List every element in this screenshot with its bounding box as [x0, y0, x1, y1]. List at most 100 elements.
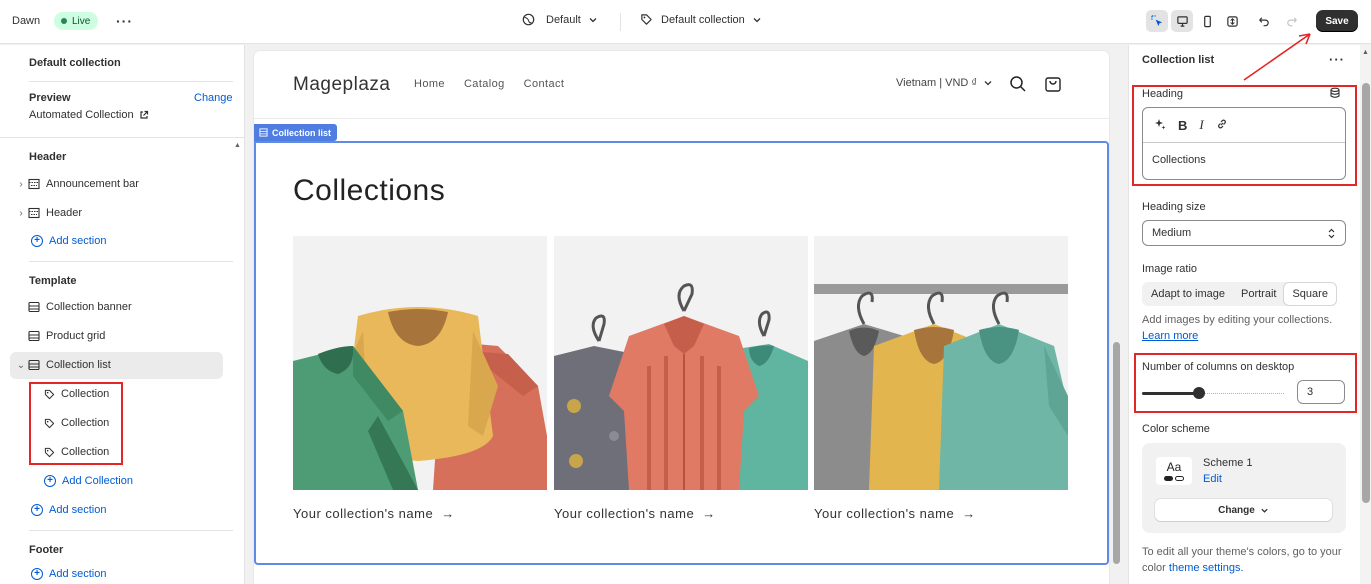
section-icon — [28, 301, 46, 313]
inspector-button[interactable] — [1146, 10, 1168, 32]
template-add-section-button[interactable]: + Add section — [31, 504, 106, 516]
view-toolbar — [1146, 10, 1243, 32]
collection-card-title[interactable]: Your collection's name → — [293, 506, 455, 521]
template-group-label: Template — [29, 275, 77, 287]
tag-icon — [641, 14, 652, 25]
theme-name: Dawn — [12, 15, 41, 27]
plus-circle-icon: + — [31, 504, 43, 516]
section-header[interactable]: › Header — [14, 203, 82, 223]
collection-card-image[interactable] — [554, 236, 808, 490]
plus-circle-icon: + — [31, 235, 43, 247]
cursor-select-icon — [1150, 14, 1162, 26]
nav-link-home[interactable]: Home — [414, 78, 445, 90]
heading-size-value: Medium — [1152, 227, 1192, 239]
header-group-label: Header — [29, 151, 67, 163]
search-icon[interactable] — [1009, 75, 1027, 96]
change-label: Change — [1218, 504, 1255, 516]
section-tag[interactable]: Collection list — [254, 124, 338, 141]
divider — [29, 81, 233, 82]
preview-label: Preview — [29, 92, 71, 104]
template-select-label: Default — [546, 13, 581, 26]
section-announcement-bar[interactable]: › Announcement bar — [14, 174, 139, 194]
add-section-label: Add section — [49, 504, 107, 516]
collection-card-image[interactable] — [814, 236, 1068, 490]
chevron-down-icon — [984, 81, 992, 86]
mobile-view-button[interactable] — [1196, 10, 1218, 32]
heading-size-label: Heading size — [1142, 201, 1206, 213]
nav-link-contact[interactable]: Contact — [524, 78, 565, 90]
nav-link-catalog[interactable]: Catalog — [464, 78, 505, 90]
preview-change-link[interactable]: Change — [194, 92, 233, 104]
footer-group-label: Footer — [29, 544, 64, 556]
section-tag-label: Collection list — [272, 127, 332, 138]
section-collection-banner[interactable]: Collection banner — [14, 297, 132, 317]
arrow-right-icon: → — [441, 506, 455, 521]
desktop-view-button[interactable] — [1171, 10, 1193, 32]
chevron-down-icon: ⌄ — [16, 359, 26, 371]
page-title: Default collection — [29, 57, 121, 69]
scheme-preview: Aa — [1156, 457, 1192, 485]
cart-icon[interactable] — [1044, 75, 1062, 96]
scheme-swatch-dark — [1164, 476, 1173, 481]
theme-colors-note: To edit all your theme's colors, go to y… — [1142, 544, 1357, 576]
currency-label: Vietnam | VND ₫ — [896, 77, 978, 89]
add-section-label: Add section — [49, 568, 107, 580]
learn-more-link[interactable]: Learn more — [1142, 330, 1198, 342]
settings-panel: Collection list ··· Heading B I Collecti… — [1128, 45, 1371, 584]
header-add-section-button[interactable]: + Add section — [31, 235, 106, 247]
section-label: Collection list — [46, 359, 111, 371]
template-select[interactable]: Default — [522, 13, 598, 26]
divider — [0, 137, 244, 138]
scrollbar-thumb[interactable] — [1362, 83, 1370, 503]
plus-circle-icon: + — [44, 475, 56, 487]
ratio-option-adapt[interactable]: Adapt to image — [1143, 283, 1233, 305]
scroll-up-icon[interactable]: ▲ — [234, 142, 241, 149]
ratio-option-square[interactable]: Square — [1284, 283, 1336, 305]
panel-scrollbar[interactable]: ▲ — [1360, 45, 1371, 584]
scroll-up-icon[interactable]: ▲ — [1362, 49, 1369, 56]
footer-add-section-button[interactable]: + Add section — [31, 568, 106, 580]
store-logo[interactable]: Mageplaza — [293, 74, 390, 96]
collections-heading: Collections — [293, 174, 446, 207]
layout-section-icon — [28, 207, 46, 219]
ratio-option-portrait[interactable]: Portrait — [1233, 283, 1284, 305]
preview-value: Automated Collection — [29, 109, 134, 121]
highlight-box — [29, 382, 123, 465]
live-status-badge: Live — [54, 12, 99, 30]
page-select[interactable]: Default collection — [640, 13, 762, 26]
scheme-preview-text: Aa — [1166, 460, 1182, 474]
mobile-icon — [1203, 15, 1211, 27]
section-product-grid[interactable]: Product grid — [14, 326, 105, 346]
preview-value-link[interactable]: Automated Collection — [29, 109, 149, 121]
select-chevron-icon — [1328, 228, 1335, 238]
panel-title: Collection list — [1142, 54, 1215, 66]
color-scheme-card: Aa Scheme 1 Edit Change — [1142, 443, 1346, 533]
scheme-change-button[interactable]: Change — [1155, 499, 1332, 521]
globe-icon — [522, 13, 535, 26]
divider — [29, 530, 233, 531]
heading-size-select[interactable]: Medium — [1142, 220, 1346, 246]
scheme-edit-link[interactable]: Edit — [1203, 473, 1222, 485]
section-icon — [28, 359, 46, 371]
more-actions-icon[interactable]: ··· — [116, 13, 133, 29]
image-help-text: Add images by editing your collections. … — [1142, 312, 1332, 344]
add-collection-label: Add Collection — [62, 475, 133, 487]
more-actions-icon[interactable]: ··· — [1329, 52, 1345, 67]
divider — [254, 118, 1109, 119]
add-section-label: Add section — [49, 235, 107, 247]
add-collection-button[interactable]: + Add Collection — [44, 475, 133, 487]
chevron-right-icon: › — [19, 207, 23, 219]
scrollbar-thumb[interactable] — [1113, 342, 1120, 564]
top-bar: Dawn Live ··· Default Default collection — [0, 0, 1371, 44]
section-label: Collection banner — [46, 301, 132, 313]
collection-card-title[interactable]: Your collection's name → — [554, 506, 716, 521]
collection-card-title[interactable]: Your collection's name → — [814, 506, 976, 521]
section-collection-list[interactable]: ⌄ Collection list — [14, 355, 111, 375]
collection-name: Your collection's name — [554, 506, 695, 521]
collection-card-image[interactable] — [293, 236, 547, 490]
image-ratio-segmented: Adapt to image Portrait Square — [1142, 282, 1337, 306]
external-link-icon — [139, 110, 148, 119]
theme-settings-link[interactable]: theme settings. — [1169, 562, 1244, 574]
preview-scrollbar[interactable] — [1112, 51, 1121, 584]
currency-selector[interactable]: Vietnam | VND ₫ — [896, 77, 993, 89]
